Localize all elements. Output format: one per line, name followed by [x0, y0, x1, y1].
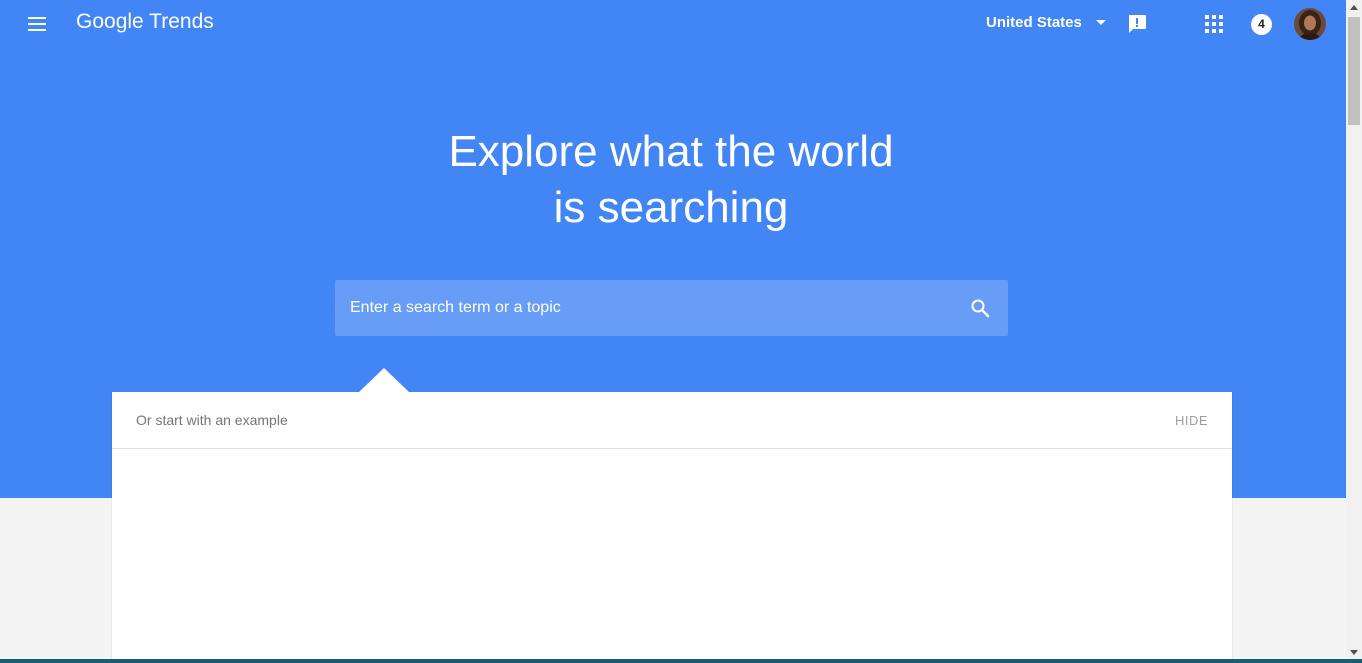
country-label: United States	[986, 14, 1082, 31]
hero-headline: Explore what the world is searching	[300, 124, 1042, 236]
google-trends-logo[interactable]: Google Trends	[76, 10, 214, 34]
taskbar-edge	[0, 659, 1362, 663]
card-pointer	[359, 368, 409, 392]
hide-button[interactable]: HIDE	[1175, 413, 1208, 428]
scroll-down-arrow-icon[interactable]	[1350, 650, 1358, 655]
search-icon[interactable]	[970, 298, 990, 318]
vertical-scrollbar[interactable]	[1346, 0, 1362, 663]
account-avatar[interactable]	[1294, 8, 1326, 40]
caret-down-icon	[1095, 20, 1106, 25]
country-selector[interactable]: United States	[986, 14, 1106, 31]
scroll-up-arrow-icon[interactable]	[1350, 5, 1358, 10]
feedback-icon[interactable]	[1126, 13, 1148, 35]
scroll-thumb[interactable]	[1348, 17, 1360, 125]
search-input[interactable]	[335, 280, 945, 336]
search-box	[335, 280, 1008, 336]
apps-grid-icon[interactable]	[1204, 14, 1224, 34]
page: Google Trends United States 4 Explore wh…	[0, 0, 1362, 663]
notification-badge[interactable]: 4	[1251, 14, 1272, 35]
headline-line-2: is searching	[553, 183, 789, 232]
examples-card: Or start with an example HIDE	[112, 392, 1232, 663]
headline-line-1: Explore what the world	[448, 127, 894, 176]
menu-icon[interactable]	[22, 10, 52, 38]
examples-card-header: Or start with an example HIDE	[112, 392, 1232, 449]
examples-title: Or start with an example	[136, 412, 288, 428]
